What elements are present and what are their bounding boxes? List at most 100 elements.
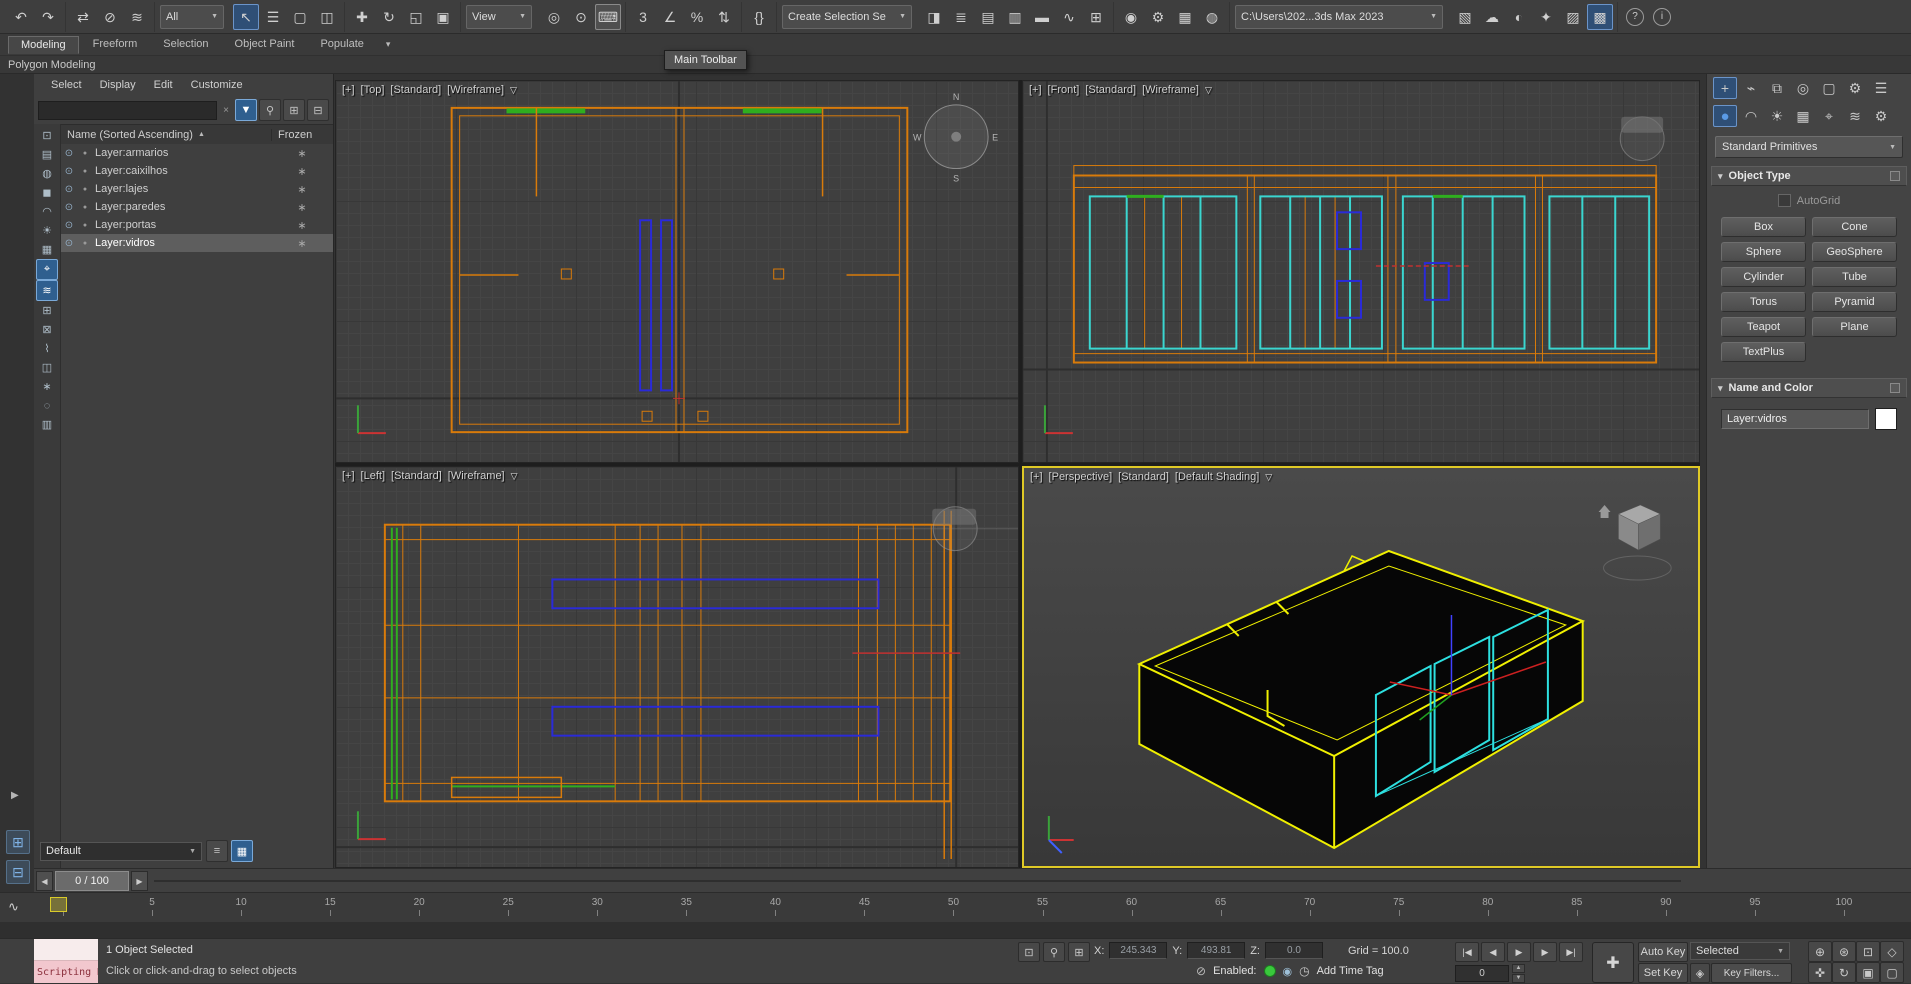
modify-tab-icon[interactable]: ⌁ <box>1739 77 1763 99</box>
toggle-ribbon-icon[interactable]: ▬ <box>1029 4 1055 30</box>
layer-row[interactable]: ⊙ ● Layer:vidros ∗ <box>61 234 333 252</box>
select-and-move-icon[interactable]: ✚ <box>349 4 375 30</box>
rendered-frame-window-icon[interactable]: ▦ <box>1172 4 1198 30</box>
shapes-category-icon[interactable]: ◠ <box>1739 105 1763 127</box>
autogrid-checkbox[interactable] <box>1778 194 1791 207</box>
spinner-snap-icon[interactable]: ⇅ <box>711 4 737 30</box>
geometry-category-icon[interactable]: ● <box>1713 105 1737 127</box>
create-tab-icon[interactable]: + <box>1713 77 1737 99</box>
mini-curve-editor-icon[interactable]: ∿ <box>8 899 19 915</box>
viewport-filter-icon[interactable]: ▽ <box>510 85 517 96</box>
maximize-viewport-icon[interactable]: ▣ <box>1856 962 1880 983</box>
ribbon-tab[interactable]: Populate <box>308 36 375 54</box>
timeline-tick[interactable]: 20 <box>408 897 430 908</box>
new-layer-icon[interactable]: ⊞ <box>283 99 305 121</box>
viewport-compass-gizmo[interactable] <box>858 507 1018 551</box>
viewport-compass-gizmo[interactable]: N S W E <box>913 92 998 184</box>
viewport-layout-a-icon[interactable]: ⊞ <box>6 830 30 854</box>
viewport-perspective[interactable]: [+] [Perspective] [Standard] [Default Sh… <box>1022 466 1700 868</box>
timeline-tick[interactable]: 80 <box>1477 897 1499 908</box>
helpers-category-icon[interactable]: ⌖ <box>1817 105 1841 127</box>
listener-line-1[interactable] <box>34 939 98 961</box>
display-cameras-icon[interactable]: ▦ <box>37 240 57 259</box>
timeline-tick[interactable]: 35 <box>675 897 697 908</box>
layer-row[interactable]: ⊙ ● Layer:armarios ∗ <box>61 144 333 162</box>
timeline-tick[interactable]: 55 <box>1032 897 1054 908</box>
unlink-selection-icon[interactable]: ⊘ <box>97 4 123 30</box>
add-time-tag[interactable]: Add Time Tag <box>1317 965 1384 977</box>
set-key-button[interactable]: Set Key <box>1638 963 1688 983</box>
viewport-pov-menu[interactable]: [+] <box>342 470 355 482</box>
primitive-button[interactable]: Tube <box>1812 267 1897 287</box>
reference-coordinate-dropdown[interactable]: View▼ <box>466 5 532 29</box>
undo-icon[interactable]: ↶ <box>8 4 34 30</box>
object-type-rollout-header[interactable]: ▾ Object Type <box>1711 166 1907 186</box>
svg-text:W[interactable]: W <box>913 133 922 143</box>
layer-row[interactable]: ⊙ ● Layer:paredes ∗ <box>61 198 333 216</box>
cloud-render-icon[interactable]: ☁ <box>1479 4 1505 30</box>
z-coordinate-field[interactable]: 0.0 <box>1265 942 1323 959</box>
primitive-button[interactable]: GeoSphere <box>1812 242 1897 262</box>
viewport-shading-menu[interactable]: [Wireframe] <box>447 84 504 96</box>
help-circle-icon[interactable]: ? <box>1622 4 1648 30</box>
primitive-button[interactable]: Box <box>1721 217 1806 237</box>
next-frame-button[interactable]: ▶ <box>1533 942 1557 962</box>
absolute-mode-icon[interactable]: ⊞ <box>1068 942 1090 962</box>
display-xrefs-icon[interactable]: ⊠ <box>37 320 57 339</box>
svg-text:S[interactable]: S <box>953 173 959 183</box>
frozen-snowflake-icon[interactable]: ∗ <box>271 165 333 178</box>
utilities-tab-icon[interactable]: ⚙ <box>1843 77 1867 99</box>
collapse-all-icon[interactable]: ⊟ <box>307 99 329 121</box>
timeline-tick[interactable]: 85 <box>1566 897 1588 908</box>
layer-color-dot-icon[interactable]: ● <box>77 240 93 247</box>
top-wireframe-canvas[interactable]: N S W E <box>336 81 1018 462</box>
viewport-pov-menu[interactable]: [+] <box>1030 471 1043 483</box>
display-tab-icon[interactable]: ▢ <box>1817 77 1841 99</box>
toggle-scene-explorer-icon[interactable]: ▤ <box>975 4 1001 30</box>
timeline-tick[interactable]: 60 <box>1121 897 1143 908</box>
systems-category-icon[interactable]: ⚙ <box>1869 105 1893 127</box>
explorer-preset-dropdown[interactable]: Default▼ <box>40 842 202 861</box>
edit-named-selection-sets-icon[interactable]: {} <box>746 4 772 30</box>
display-hidden-icon[interactable]: ◌ <box>37 396 57 415</box>
object-color-swatch[interactable] <box>1875 408 1897 430</box>
bind-to-space-warp-icon[interactable]: ≋ <box>124 4 150 30</box>
primitive-button[interactable]: Cylinder <box>1721 267 1806 287</box>
frozen-snowflake-icon[interactable]: ∗ <box>271 201 333 214</box>
rectangular-selection-region-icon[interactable]: ▢ <box>287 4 313 30</box>
enabled-partial-indicator-icon[interactable]: ◉ <box>1283 965 1293 978</box>
info-circle-icon[interactable]: i <box>1649 4 1675 30</box>
ribbon-menu-arrow-icon[interactable]: ▾ <box>378 39 399 50</box>
display-layers-icon[interactable]: ▤ <box>37 145 57 164</box>
explorer-settings-icon[interactable]: ≡ <box>206 840 228 862</box>
visibility-eye-icon[interactable]: ⊙ <box>61 220 77 231</box>
display-lights-icon[interactable]: ☀ <box>37 221 57 240</box>
ribbon-tab[interactable]: Modeling <box>8 36 79 54</box>
zoom-all-icon[interactable]: ⊛ <box>1832 941 1856 962</box>
select-and-manipulate-icon[interactable]: ⊙ <box>568 4 594 30</box>
viewport-filter-icon[interactable]: ▽ <box>1265 472 1272 483</box>
maxscript-mini-listener[interactable]: Scripting Mi <box>34 939 98 984</box>
viewport-name-menu[interactable]: [Front] <box>1048 84 1080 96</box>
go-to-end-button[interactable]: ▶| <box>1559 942 1583 962</box>
select-and-scale-icon[interactable]: ◱ <box>403 4 429 30</box>
visibility-eye-icon[interactable]: ⊙ <box>61 166 77 177</box>
visibility-eye-icon[interactable]: ⊙ <box>61 202 77 213</box>
explorer-search-input[interactable] <box>38 101 217 120</box>
display-objects-icon[interactable]: ⊡ <box>37 126 57 145</box>
display-materials-icon[interactable]: ◍ <box>37 164 57 183</box>
timeline-tick[interactable]: 70 <box>1299 897 1321 908</box>
viewport-compass-gizmo[interactable] <box>1620 117 1664 161</box>
explorer-menu-item[interactable]: Customize <box>184 77 250 93</box>
rollout-pin-icon[interactable] <box>1890 171 1900 181</box>
object-name-field[interactable] <box>1721 409 1869 429</box>
y-coordinate-field[interactable]: 493.81 <box>1187 942 1245 959</box>
timeline-tick[interactable]: 90 <box>1655 897 1677 908</box>
play-button[interactable]: ▶ <box>1507 942 1531 962</box>
timeline-tick[interactable]: 15 <box>319 897 341 908</box>
layer-row[interactable]: ⊙ ● Layer:lajes ∗ <box>61 180 333 198</box>
viewport-layout-b-icon[interactable]: ⊟ <box>6 860 30 884</box>
viewport-name-menu[interactable]: [Left] <box>361 470 385 482</box>
current-frame-field[interactable]: 0 <box>1455 965 1509 982</box>
percent-snap-icon[interactable]: % <box>684 4 710 30</box>
